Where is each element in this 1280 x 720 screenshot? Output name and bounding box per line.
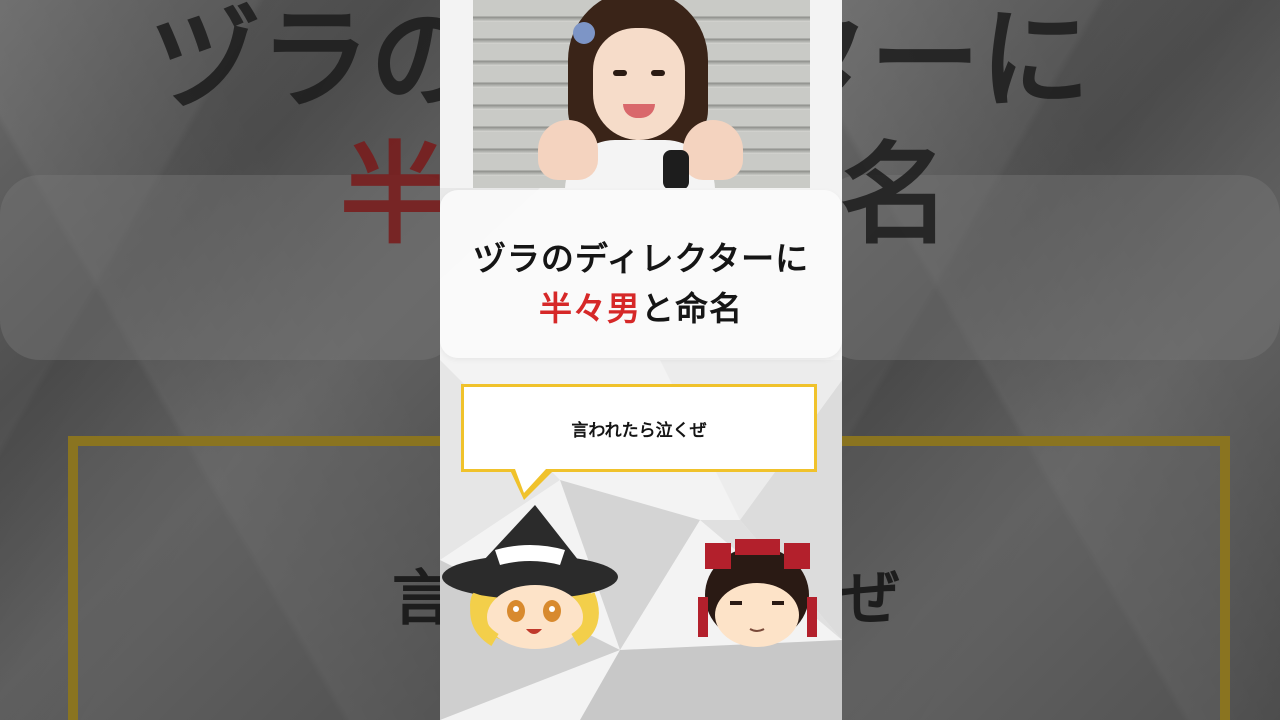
video-frame: ヅラのディレクターに 半々男と命名 言われたら泣くぜ [440,0,842,720]
title-rest: と命名 [641,289,743,328]
speech-text: 言われたら泣くぜ [571,420,707,441]
bg-title-line2-mirror-right: 名 [840,131,950,259]
title-line-1: ヅラのディレクターに [472,239,810,278]
marisa-yukkuri-icon [442,505,618,649]
title-card: ヅラのディレクターに 半々男と命名 [440,190,842,358]
background-mirror-right: ターに 名 ぜ [840,0,1280,720]
microphone-icon [663,150,689,188]
reimu-yukkuri-icon [698,539,817,647]
bg-speech-box-mirror [68,436,440,720]
hairpin-icon [573,22,595,44]
title-highlight: 半々男 [539,289,641,328]
bg-title-line2-mirror: 半 [340,131,440,259]
bg-speech-text-mirror: 言 [392,564,440,634]
speech-bubble: 言われたら泣くぜ [461,384,817,472]
title-line-2: 半々男と命名 [440,282,842,330]
bg-speech-text-mirror-right: ぜ [840,564,900,634]
thumbnail-photo [473,0,810,188]
background-mirror-left: ヅラの 半 言 [0,0,440,720]
